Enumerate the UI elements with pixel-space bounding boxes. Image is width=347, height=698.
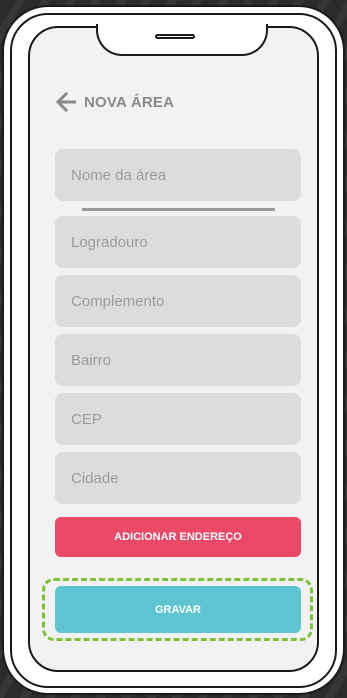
add-address-button[interactable]: ADICIONAR ENDEREÇO [55,517,301,557]
page-header: NOVA ÁREA [55,90,174,114]
zip-code-input[interactable] [55,393,301,445]
phone-notch [96,24,268,56]
input-underline [82,208,275,211]
area-name-input[interactable] [55,149,301,201]
speaker-grille [155,34,195,39]
notch-top [98,24,266,28]
city-input[interactable] [55,452,301,504]
save-button[interactable]: GRAVAR [55,586,301,633]
arrow-left-icon[interactable] [55,91,77,113]
complement-input[interactable] [55,275,301,327]
page-title: NOVA ÁREA [84,93,175,111]
neighborhood-input[interactable] [55,334,301,386]
street-input[interactable] [55,216,301,268]
